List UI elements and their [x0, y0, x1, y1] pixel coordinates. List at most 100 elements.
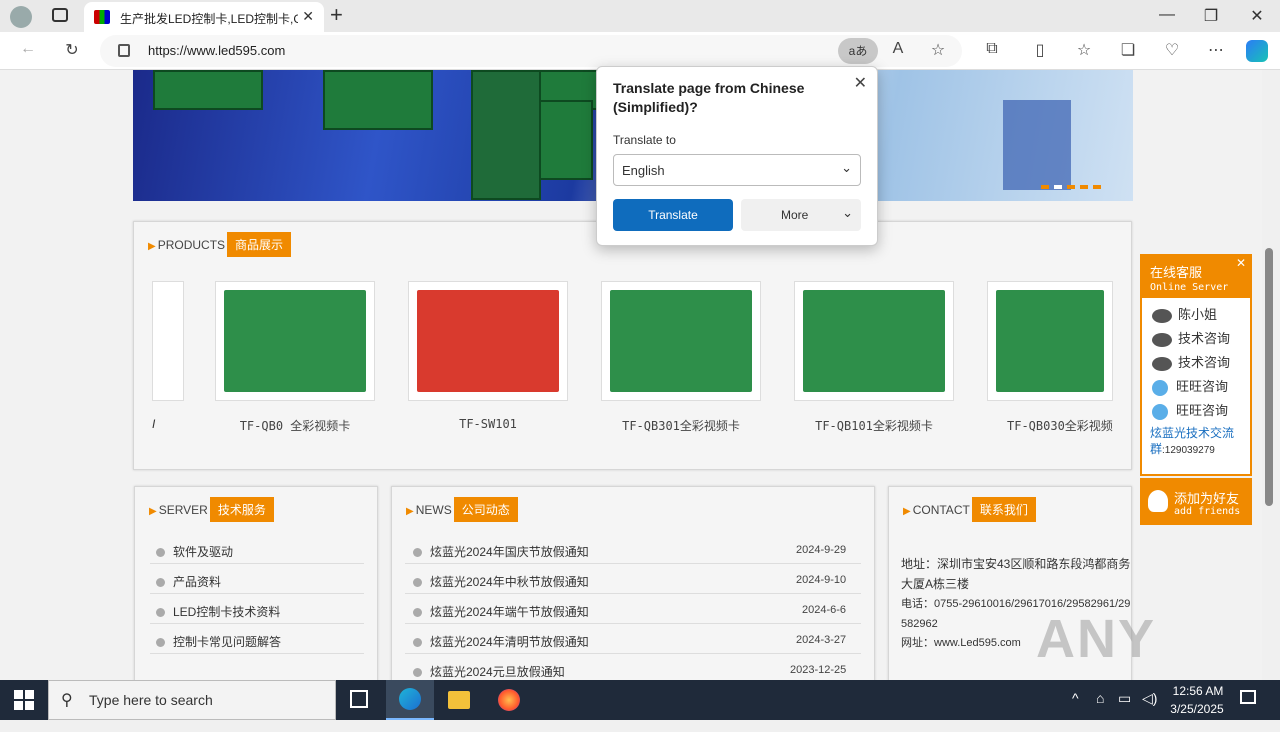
tab-actions-icon[interactable]: [52, 8, 68, 22]
tab-close-button[interactable]: ✕: [302, 8, 314, 25]
product-label[interactable]: TF-QB301全彩视频卡: [601, 417, 761, 434]
lock-icon[interactable]: [118, 44, 130, 57]
clock-date[interactable]: 3/25/2025: [1164, 702, 1230, 716]
add-friend-button[interactable]: 添加为好友 add friends: [1140, 478, 1252, 525]
search-placeholder: Type here to search: [89, 692, 213, 708]
product-image[interactable]: [601, 281, 761, 401]
news-heading: ▶ NEWS 公司动态: [406, 497, 518, 522]
translate-to-label: Translate to: [613, 133, 676, 147]
banner-pagination[interactable]: [1041, 178, 1106, 192]
translate-icon[interactable]: aあ: [838, 38, 878, 64]
more-menu-icon[interactable]: ⋯: [1204, 40, 1228, 60]
task-view-icon[interactable]: [350, 690, 368, 708]
more-button[interactable]: More ⌄: [741, 199, 861, 231]
online-service-subtitle: Online Server: [1150, 282, 1229, 293]
product-image[interactable]: [794, 281, 954, 401]
file-explorer-icon[interactable]: [448, 691, 470, 709]
notifications-icon[interactable]: [1240, 690, 1256, 704]
qq-icon: [1152, 308, 1172, 323]
ethernet-icon[interactable]: ▭: [1118, 690, 1131, 707]
read-aloud-icon[interactable]: A: [886, 40, 910, 58]
contact-web[interactable]: 网址：www.Led595.com: [901, 634, 1021, 650]
extensions-icon[interactable]: ⧉: [980, 40, 1004, 58]
chevron-down-icon: ⌄: [842, 205, 853, 220]
more-button-label: More: [781, 208, 809, 222]
qq-icon: [1152, 332, 1172, 347]
profile-icon[interactable]: [10, 6, 32, 28]
edge-taskbar-icon[interactable]: [386, 680, 434, 720]
minimize-button[interactable]: —: [1144, 6, 1190, 24]
translate-popup: Translate page from Chinese (Simplified)…: [596, 66, 878, 246]
chevron-up-icon[interactable]: ^: [1072, 690, 1079, 706]
add-friend-sublabel: add friends: [1174, 506, 1241, 517]
maximize-button[interactable]: ❐: [1188, 6, 1234, 26]
refresh-icon[interactable]: ↻: [60, 40, 84, 60]
news-item[interactable]: 炫蓝光2024年端午节放假通知: [413, 603, 589, 620]
favorite-star-icon[interactable]: ☆: [926, 40, 950, 60]
news-date: 2024-9-29: [796, 544, 847, 556]
qq-contact[interactable]: 技术咨询: [1152, 328, 1230, 347]
copilot-icon[interactable]: [1246, 40, 1268, 62]
network-icon[interactable]: ⌂: [1096, 690, 1104, 706]
windows-start-icon[interactable]: [14, 690, 34, 710]
product-label[interactable]: TF-SW101: [408, 417, 568, 431]
online-service-header: 在线客服 Online Server ✕: [1142, 256, 1250, 298]
list-item[interactable]: 软件及驱动: [156, 543, 233, 560]
taskbar-search-input[interactable]: ⚲ Type here to search: [48, 680, 336, 720]
wangwang-contact[interactable]: 旺旺咨询: [1152, 376, 1228, 396]
wangwang-icon: [1152, 379, 1168, 396]
collections-icon[interactable]: ❏: [1116, 40, 1140, 60]
add-friend-icon: [1148, 490, 1168, 512]
add-friend-label: 添加为好友: [1174, 491, 1240, 506]
close-icon[interactable]: ✕: [854, 73, 867, 93]
clock-time[interactable]: 12:56 AM: [1168, 684, 1228, 698]
translate-button[interactable]: Translate: [613, 199, 733, 231]
news-item[interactable]: 炫蓝光2024年中秋节放假通知: [413, 573, 589, 590]
product-image[interactable]: [987, 281, 1113, 401]
news-date: 2024-3-27: [796, 634, 847, 646]
online-service-title: 在线客服: [1150, 265, 1203, 280]
products-heading: ▶ PRODUCTS 商品展示: [148, 232, 292, 257]
list-item[interactable]: 产品资料: [156, 573, 221, 590]
favorites-icon[interactable]: ☆: [1072, 40, 1096, 60]
close-icon[interactable]: ✕: [1236, 256, 1246, 270]
product-image-partial[interactable]: [152, 281, 184, 401]
news-date: 2024-6-6: [802, 604, 847, 616]
product-label[interactable]: TF-QB030全彩视频: [987, 417, 1117, 434]
news-item[interactable]: 炫蓝光2024元旦放假通知: [413, 663, 565, 680]
qq-contact[interactable]: 技术咨询: [1152, 352, 1230, 371]
window-close-button[interactable]: ✕: [1234, 6, 1280, 26]
service-heading: ▶ SERVER 技术服务: [149, 497, 274, 522]
qq-icon: [1152, 356, 1172, 371]
url-text[interactable]: https://www.led595.com: [148, 43, 285, 58]
volume-icon[interactable]: ◁): [1142, 690, 1157, 707]
product-label-partial[interactable]: I: [152, 417, 155, 431]
qq-group[interactable]: 炫蓝光技术交流群:129039279: [1150, 425, 1246, 459]
qq-contact[interactable]: 陈小姐: [1152, 304, 1217, 323]
contact-address: 地址：深圳市宝安43区顺和路东段鸿都商务大厦A栋三楼: [901, 557, 1131, 591]
news-date: 2023-12-25: [790, 664, 847, 676]
product-label[interactable]: TF-QB0 全彩视频卡: [215, 417, 375, 434]
performance-icon[interactable]: ♡: [1160, 40, 1184, 60]
list-item[interactable]: 控制卡常见问题解答: [156, 633, 281, 650]
browser-tab[interactable]: 生产批发LED控制卡,LED控制卡,G ✕: [84, 2, 324, 32]
news-item[interactable]: 炫蓝光2024年国庆节放假通知: [413, 543, 589, 560]
search-icon: ⚲: [61, 692, 73, 709]
online-service-widget: 在线客服 Online Server ✕ 陈小姐 技术咨询 技术咨询 旺旺咨询 …: [1140, 254, 1252, 476]
list-item[interactable]: LED控制卡技术资料: [156, 603, 280, 620]
product-image[interactable]: [408, 281, 568, 401]
tab-title: 生产批发LED控制卡,LED控制卡,G: [120, 12, 298, 26]
news-item[interactable]: 炫蓝光2024年清明节放假通知: [413, 633, 589, 650]
back-icon[interactable]: ←: [16, 40, 40, 58]
product-label[interactable]: TF-QB101全彩视频卡: [794, 417, 954, 434]
language-select[interactable]: English ⌄: [613, 154, 861, 186]
wangwang-contact[interactable]: 旺旺咨询: [1152, 400, 1228, 420]
firefox-icon[interactable]: [498, 689, 520, 711]
split-screen-icon[interactable]: ▯: [1028, 40, 1052, 60]
product-image[interactable]: [215, 281, 375, 401]
new-tab-button[interactable]: +: [330, 2, 343, 28]
scrollbar-thumb[interactable]: [1265, 248, 1273, 506]
site-favicon-icon: [94, 10, 110, 24]
translate-title: Translate page from Chinese (Simplified)…: [613, 80, 805, 115]
language-select-value: English: [622, 163, 665, 178]
